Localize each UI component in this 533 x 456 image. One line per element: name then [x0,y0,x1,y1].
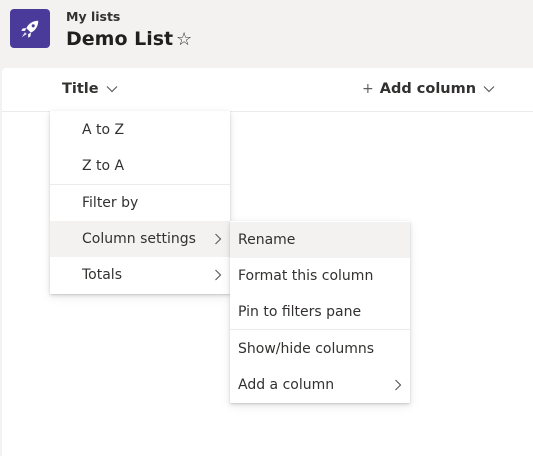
menu-item-label: Add a column [238,377,335,393]
list-page: My lists Demo List ☆ Title + Add column … [0,0,533,456]
menu-item-label: Format this column [238,268,374,284]
menu-item-label: Z to A [82,158,125,174]
add-column-label: Add column [379,81,477,97]
chevron-right-icon [394,379,402,395]
add-column-button[interactable]: + Add column [362,81,495,97]
chevron-right-icon [214,233,222,249]
menu-item-label: Show/hide columns [238,341,375,357]
menu-item-totals[interactable]: Totals [50,257,230,293]
list-header: My lists Demo List ☆ [0,0,533,68]
menu-item-rename[interactable]: Rename [230,222,410,258]
menu-item-label: Rename [238,232,296,248]
menu-item-label: A to Z [82,122,125,138]
column-header-row: Title + Add column [2,68,533,112]
menu-item-column-settings[interactable]: Column settings [50,221,230,257]
menu-item-show-hide-columns[interactable]: Show/hide columns [230,331,410,367]
page-title: Demo List [66,28,174,50]
menu-item-label: Totals [82,267,122,283]
menu-item-z-to-a[interactable]: Z to A [50,148,230,184]
rocket-icon[interactable] [10,9,50,48]
breadcrumb[interactable]: My lists [66,9,120,24]
column-context-menu: A to Z Z to A Filter by Column settings … [50,111,230,294]
menu-item-label: Pin to filters pane [238,304,362,320]
menu-item-label: Filter by [82,195,139,211]
menu-divider [230,329,410,330]
chevron-right-icon [214,269,222,285]
menu-item-format-column[interactable]: Format this column [230,258,410,294]
menu-item-add-column[interactable]: Add a column [230,367,410,403]
chevron-down-icon [106,81,118,97]
menu-item-filter-by[interactable]: Filter by [50,185,230,221]
star-icon[interactable]: ☆ [176,29,192,51]
menu-item-pin-filters[interactable]: Pin to filters pane [230,294,410,330]
column-header-title[interactable]: Title [62,81,118,97]
chevron-down-icon [483,81,495,97]
column-settings-submenu: Rename Format this column Pin to filters… [230,221,410,403]
plus-icon: + [362,81,374,97]
column-header-label: Title [62,81,99,97]
menu-item-label: Column settings [82,231,196,247]
menu-item-a-to-z[interactable]: A to Z [50,112,230,148]
